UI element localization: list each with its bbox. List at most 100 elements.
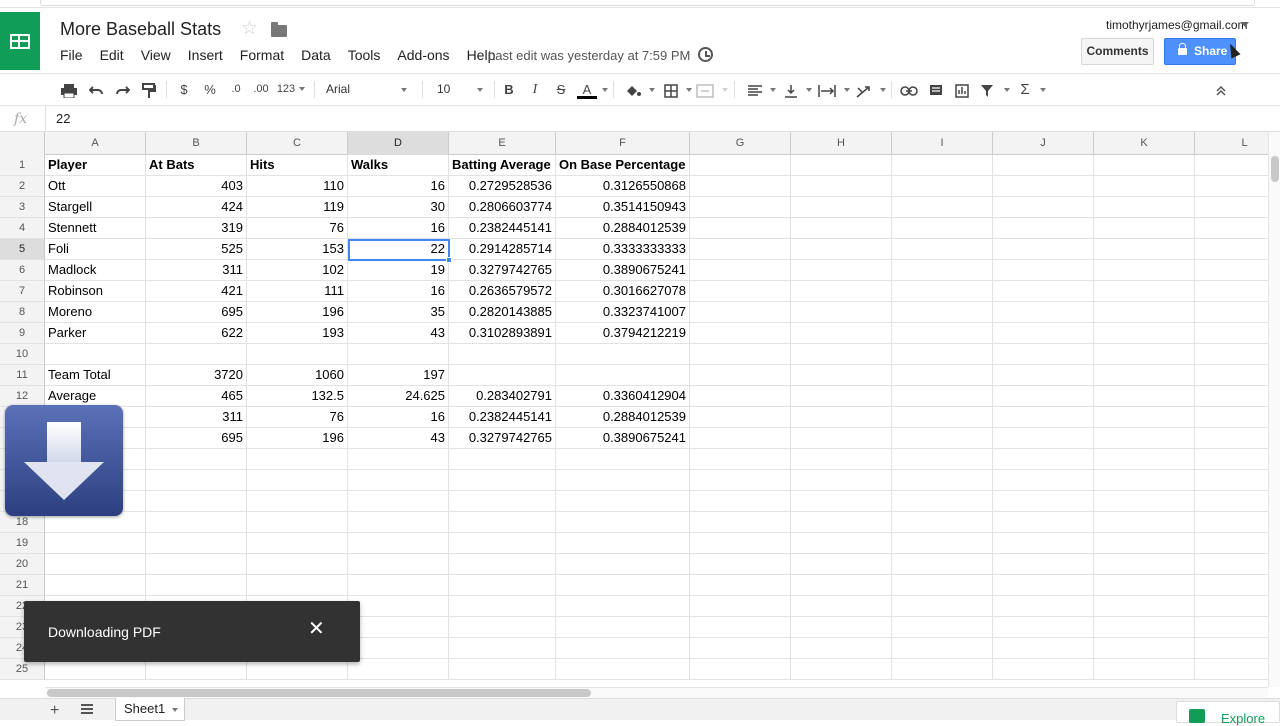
cell-j22[interactable] [993,596,1094,617]
cell-a8[interactable]: Moreno [45,302,146,323]
cell-g1[interactable] [690,155,791,176]
cell-e18[interactable] [449,512,556,533]
cell-i6[interactable] [892,260,993,281]
cell-c6[interactable]: 102 [247,260,348,281]
cell-l25[interactable] [1195,659,1268,680]
row-header-3[interactable]: 3 [0,197,45,218]
row-header-2[interactable]: 2 [0,176,45,197]
cell-g19[interactable] [690,533,791,554]
cell-c10[interactable] [247,344,348,365]
cell-f16[interactable] [556,470,690,491]
cell-h13[interactable] [791,407,892,428]
cell-l16[interactable] [1195,470,1268,491]
row-header-20[interactable]: 20 [0,554,45,575]
cell-h19[interactable] [791,533,892,554]
cell-a20[interactable] [45,554,146,575]
cell-c7[interactable]: 111 [247,281,348,302]
close-icon[interactable]: ✕ [308,619,325,639]
cell-c16[interactable] [247,470,348,491]
cell-c4[interactable]: 76 [247,218,348,239]
cell-h10[interactable] [791,344,892,365]
cell-e25[interactable] [449,659,556,680]
row-header-4[interactable]: 4 [0,218,45,239]
cell-b9[interactable]: 622 [146,323,247,344]
cell-l24[interactable] [1195,638,1268,659]
cell-h25[interactable] [791,659,892,680]
menu-edit[interactable]: Edit [100,47,124,65]
cell-b6[interactable]: 311 [146,260,247,281]
cell-c8[interactable]: 196 [247,302,348,323]
cell-l23[interactable] [1195,617,1268,638]
cell-d13[interactable]: 16 [348,407,449,428]
undo-icon[interactable] [85,74,107,105]
cell-b20[interactable] [146,554,247,575]
cell-i10[interactable] [892,344,993,365]
print-icon[interactable] [58,74,80,105]
cell-c15[interactable] [247,449,348,470]
cell-g2[interactable] [690,176,791,197]
currency-button[interactable]: $ [173,74,195,105]
decrease-decimal-button[interactable]: .0 [225,74,247,105]
menu-addons[interactable]: Add-ons [397,47,449,65]
cell-c2[interactable]: 110 [247,176,348,197]
cell-i12[interactable] [892,386,993,407]
cell-j7[interactable] [993,281,1094,302]
cell-e3[interactable]: 0.2806603774 [449,197,556,218]
cell-f13[interactable]: 0.2884012539 [556,407,690,428]
cell-j8[interactable] [993,302,1094,323]
cell-k22[interactable] [1094,596,1195,617]
row-header-1[interactable]: 1 [0,155,45,176]
menu-view[interactable]: View [141,47,171,65]
cell-e23[interactable] [449,617,556,638]
cell-j13[interactable] [993,407,1094,428]
cell-k8[interactable] [1094,302,1195,323]
row-header-11[interactable]: 11 [0,365,45,386]
cell-f22[interactable] [556,596,690,617]
cell-k24[interactable] [1094,638,1195,659]
cell-j10[interactable] [993,344,1094,365]
row-header-19[interactable]: 19 [0,533,45,554]
cell-e13[interactable]: 0.2382445141 [449,407,556,428]
cell-b16[interactable] [146,470,247,491]
cell-h17[interactable] [791,491,892,512]
cell-f5[interactable]: 0.3333333333 [556,239,690,260]
cell-c9[interactable]: 193 [247,323,348,344]
cell-f23[interactable] [556,617,690,638]
cell-i17[interactable] [892,491,993,512]
redo-icon[interactable] [112,74,134,105]
cell-g10[interactable] [690,344,791,365]
row-header-12[interactable]: 12 [0,386,45,407]
cell-g7[interactable] [690,281,791,302]
cell-e24[interactable] [449,638,556,659]
cell-f20[interactable] [556,554,690,575]
revision-history-icon[interactable] [698,47,713,62]
cell-c5[interactable]: 153 [247,239,348,260]
cell-d5[interactable]: 22 [348,239,449,260]
cell-a6[interactable]: Madlock [45,260,146,281]
cell-g4[interactable] [690,218,791,239]
align-left-icon[interactable] [744,74,766,105]
cell-k4[interactable] [1094,218,1195,239]
cell-d17[interactable] [348,491,449,512]
row-header-5[interactable]: 5 [0,239,45,260]
cell-g20[interactable] [690,554,791,575]
column-header-d[interactable]: D [348,132,449,155]
cell-k11[interactable] [1094,365,1195,386]
cell-b25[interactable] [146,659,247,680]
cell-f8[interactable]: 0.3323741007 [556,302,690,323]
cell-f18[interactable] [556,512,690,533]
comments-button[interactable]: Comments [1081,38,1154,65]
cell-f17[interactable] [556,491,690,512]
cell-l17[interactable] [1195,491,1268,512]
cell-g25[interactable] [690,659,791,680]
cell-f15[interactable] [556,449,690,470]
cell-d18[interactable] [348,512,449,533]
cell-d2[interactable]: 16 [348,176,449,197]
row-header-8[interactable]: 8 [0,302,45,323]
cell-i9[interactable] [892,323,993,344]
cell-i19[interactable] [892,533,993,554]
cell-e9[interactable]: 0.3102893891 [449,323,556,344]
cell-a7[interactable]: Robinson [45,281,146,302]
column-header-b[interactable]: B [146,132,247,155]
cell-b19[interactable] [146,533,247,554]
